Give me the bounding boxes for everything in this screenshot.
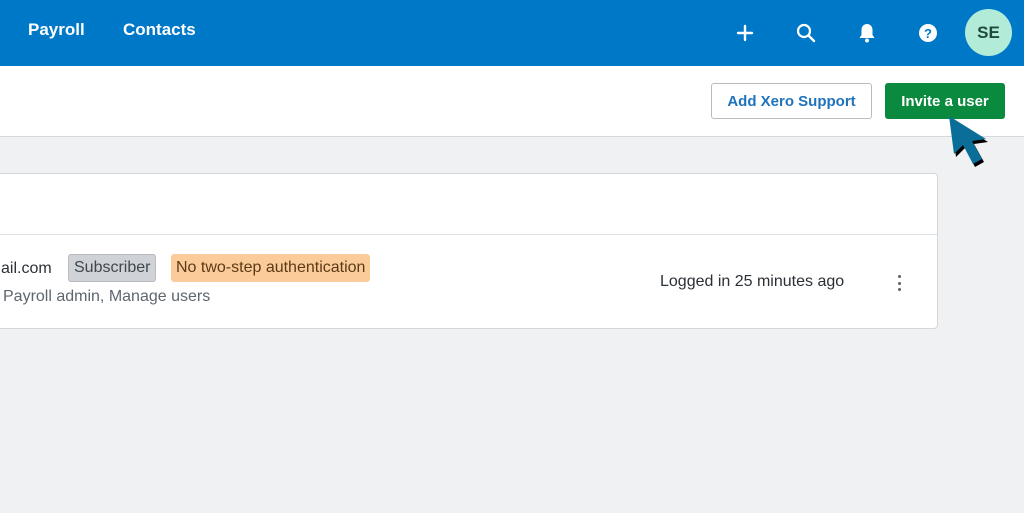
plus-icon[interactable]: [732, 20, 758, 46]
nav-payroll[interactable]: Payroll: [28, 20, 85, 40]
add-xero-support-button[interactable]: Add Xero Support: [711, 83, 872, 119]
pointer-cursor-icon: [949, 116, 988, 167]
nav-contacts[interactable]: Contacts: [123, 20, 196, 40]
last-login-status: Logged in 25 minutes ago: [660, 273, 845, 290]
svg-text:?: ?: [924, 26, 932, 41]
user-roles: Payroll admin, Manage users: [3, 288, 211, 305]
two-step-warning-badge: No two-step authentication: [171, 254, 371, 282]
card-divider: [0, 234, 937, 235]
help-icon[interactable]: ?: [915, 20, 941, 46]
search-icon[interactable]: [793, 20, 819, 46]
subscriber-badge: Subscriber: [68, 254, 157, 282]
more-options-icon[interactable]: [891, 273, 907, 293]
top-nav-bar: Payroll Contacts ? SE: [0, 0, 1024, 66]
user-avatar[interactable]: SE: [965, 9, 1012, 56]
action-bar: Add Xero Support Invite a user: [0, 66, 1024, 137]
users-card: ail.com Subscriber No two-step authentic…: [0, 173, 938, 329]
user-email: ail.com: [1, 260, 52, 277]
bell-icon[interactable]: [854, 20, 880, 46]
